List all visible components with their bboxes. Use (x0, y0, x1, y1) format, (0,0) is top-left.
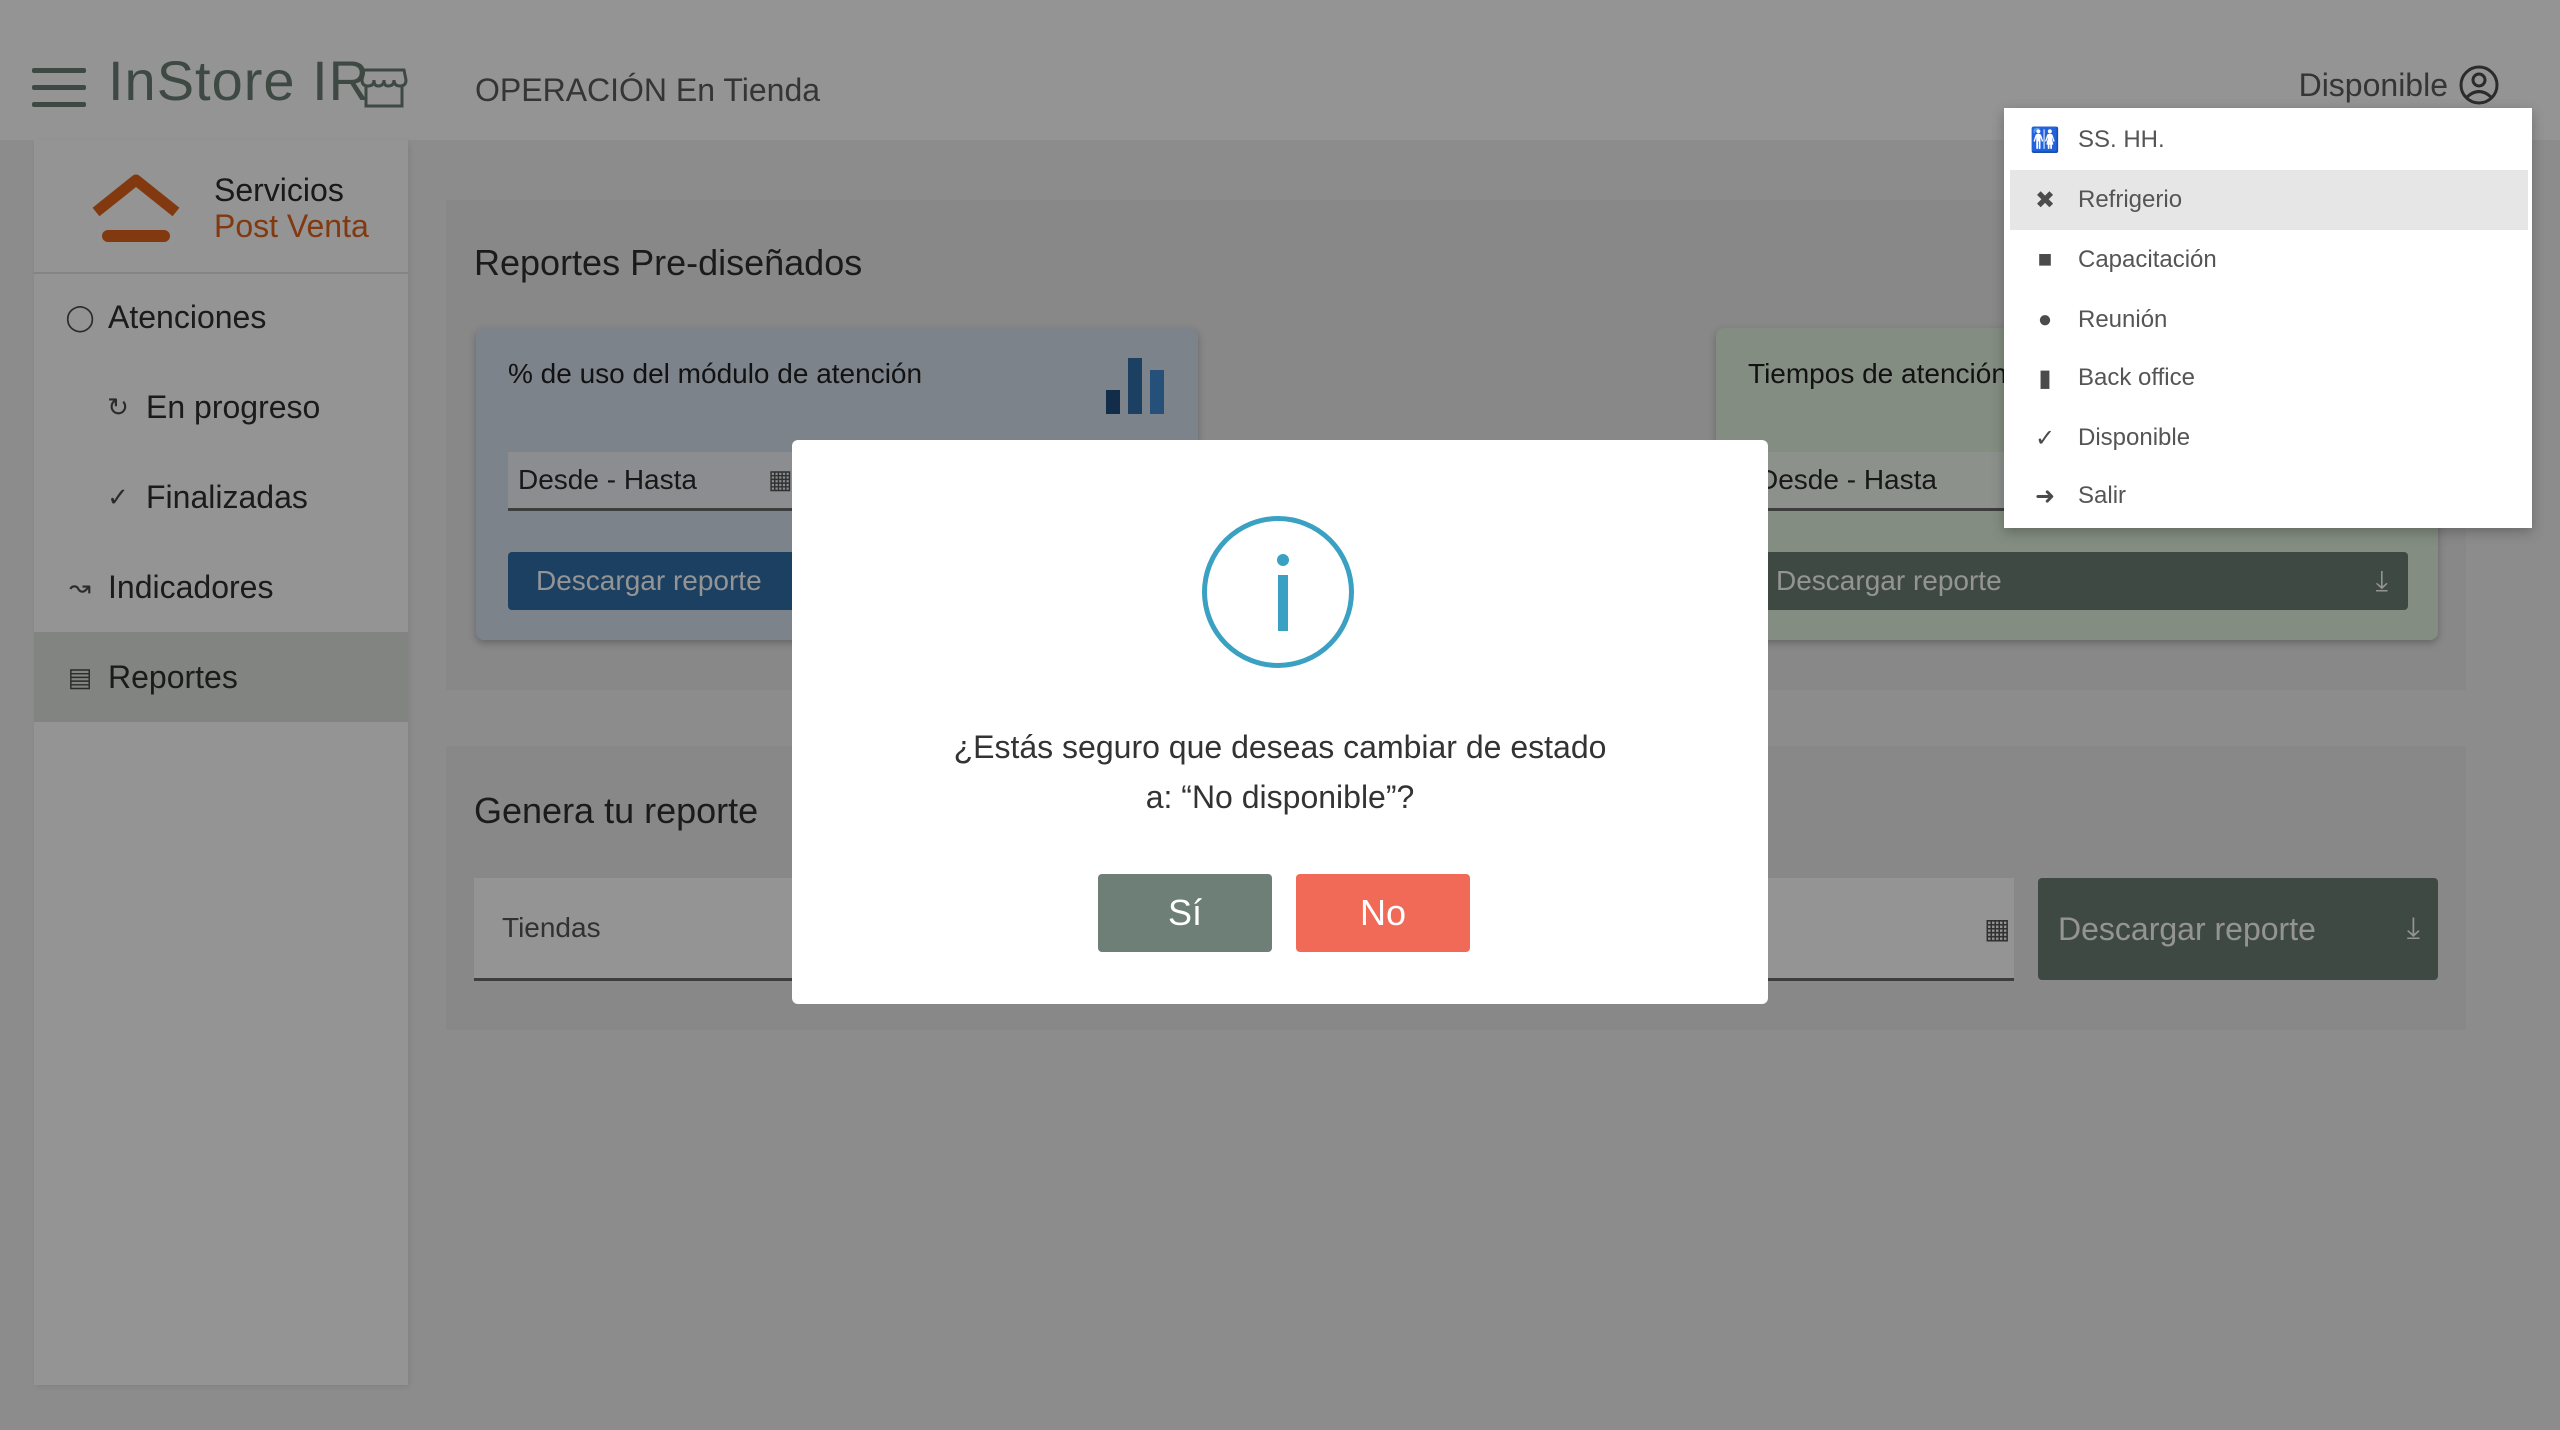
status-menu: 🚻 SS. HH. ✖ Refrigerio ■ Capacitación ● … (2004, 108, 2532, 528)
menu-item-refrigerio[interactable]: ✖ Refrigerio (2010, 170, 2528, 230)
restroom-icon: 🚻 (2030, 126, 2060, 154)
folder-icon: ▮ (2038, 364, 2052, 392)
menu-item-ss-hh[interactable]: 🚻 SS. HH. (2004, 110, 2532, 170)
confirm-yes-button[interactable]: Sí (1098, 874, 1272, 952)
dialog-message: ¿Estás seguro que deseas cambiar de esta… (953, 729, 1607, 815)
check-icon: ✓ (2034, 424, 2056, 452)
confirm-dialog: ¿Estás seguro que deseas cambiar de esta… (792, 440, 1768, 1004)
training-icon: ■ (2037, 246, 2053, 273)
utensils-icon: ✖ (2034, 186, 2056, 214)
menu-item-disponible[interactable]: ✓ Disponible (2004, 408, 2532, 468)
menu-item-reunion[interactable]: ● Reunión (2004, 290, 2532, 350)
menu-item-back-office[interactable]: ▮ Back office (2004, 348, 2532, 408)
exit-arrow-icon: ➜ (2034, 482, 2056, 510)
confirm-no-button[interactable]: No (1296, 874, 1470, 952)
menu-item-capacitacion[interactable]: ■ Capacitación (2004, 230, 2532, 290)
info-icon (1202, 516, 1354, 668)
app-page: InStore IR OPERACIÓN En Tienda Disponibl… (0, 0, 2560, 1430)
menu-item-salir[interactable]: ➜ Salir (2004, 466, 2532, 526)
group-icon: ● (2037, 306, 2053, 333)
